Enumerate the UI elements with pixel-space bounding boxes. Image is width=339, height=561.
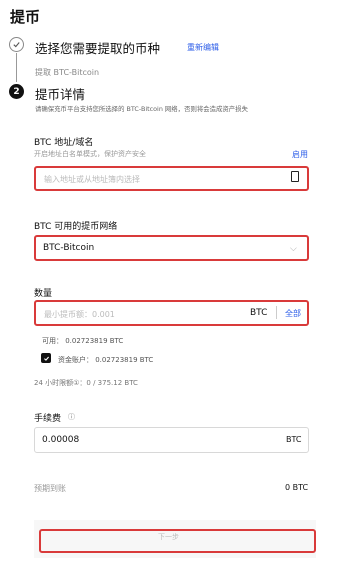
expected-receive-value: 0 BTC: [285, 483, 309, 492]
page-title: 提币: [10, 8, 41, 26]
fee-label: 手续费: [34, 414, 62, 424]
step1-check-icon: [9, 37, 24, 52]
next-button[interactable]: [39, 529, 316, 553]
address-placeholder: 输入地址或从地址簿内选择: [44, 175, 140, 184]
available-balance: 可用： 0.02723819 BTC: [42, 337, 124, 345]
step-connector: [16, 53, 17, 82]
fee-value: 0.00008: [42, 435, 80, 445]
address-book-icon[interactable]: [291, 171, 299, 182]
step1-title: 选择您需要提取的币种: [35, 41, 161, 56]
selected-coin: 提取 BTC-Bitcoin: [35, 68, 100, 77]
fee-unit: BTC: [286, 435, 302, 444]
whitelist-hint: 开启地址白名单模式，保护资产安全: [34, 150, 146, 158]
network-value: BTC-Bitcoin: [43, 243, 95, 253]
funding-account-checkbox[interactable]: [41, 353, 51, 363]
amount-label: 数量: [34, 289, 53, 299]
info-icon[interactable]: ⓘ: [68, 412, 75, 422]
address-label: BTC 地址/域名: [34, 138, 94, 148]
daily-limit: 24 小时限额①：0 / 375.12 BTC: [34, 379, 138, 387]
withdraw-all-button[interactable]: 全部: [285, 308, 301, 319]
network-warning: 请确保充币平台支持您所选择的 BTC-Bitcoin 网络，否则将会造成资产损失: [35, 105, 248, 113]
amount-placeholder: 最小提币额：0.001: [44, 310, 115, 319]
step2-title: 提币详情: [35, 87, 86, 102]
enable-whitelist-link[interactable]: 启用: [292, 149, 308, 160]
edit-coin-link[interactable]: 重新编辑: [187, 42, 219, 53]
step2-number: 2: [9, 84, 24, 99]
funding-account-balance: 资金账户： 0.02723819 BTC: [58, 356, 154, 364]
network-label: BTC 可用的提币网络: [34, 222, 118, 232]
expected-receive-label: 预期到账: [34, 484, 66, 493]
chevron-down-icon[interactable]: ⌵: [290, 244, 297, 254]
amount-unit: BTC: [250, 308, 268, 318]
amount-divider: [276, 306, 277, 319]
